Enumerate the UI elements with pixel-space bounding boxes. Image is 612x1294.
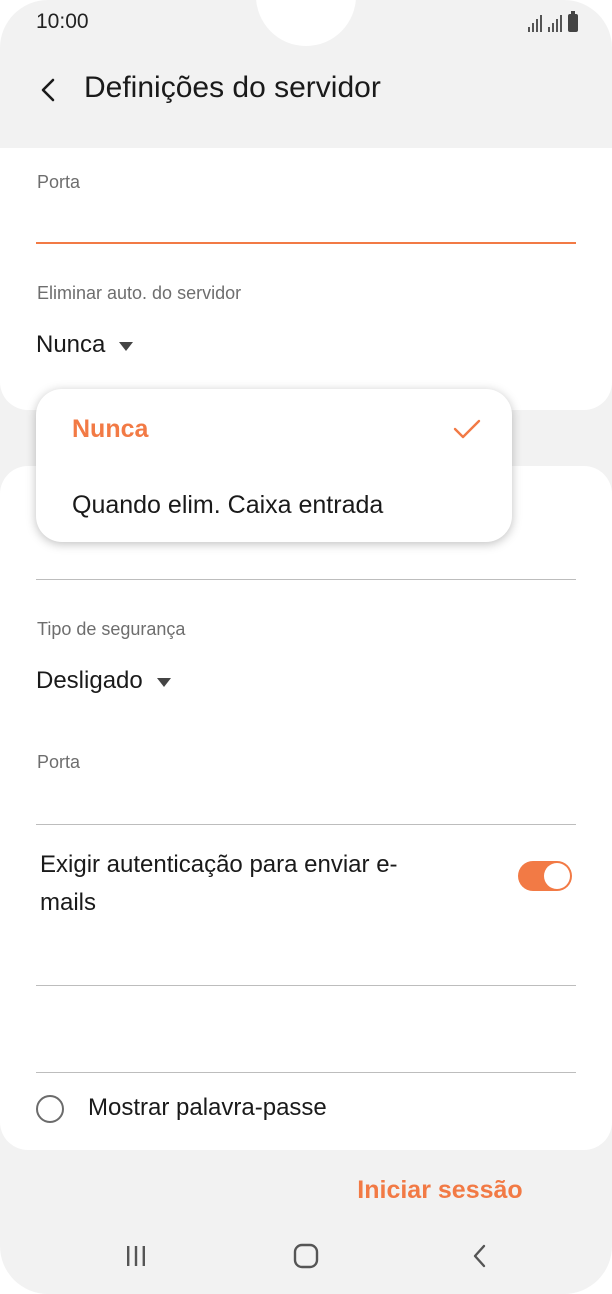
home-icon [293,1243,319,1269]
menu-option-label: Nunca [72,415,149,443]
username-input[interactable] [36,985,576,986]
navigation-bar [0,1220,612,1294]
require-auth-label: Exigir autenticação para enviar e-mails [40,851,398,916]
app-header: Definições do servidor [0,52,612,148]
menu-option-label: Quando elim. Caixa entrada [72,491,384,519]
status-icons [528,11,578,32]
outgoing-server-input[interactable] [36,579,576,580]
require-auth-toggle[interactable] [518,861,572,891]
incoming-settings-card: Porta Eliminar auto. do servidor Nunca [0,148,612,410]
signal-icon-2 [548,14,562,32]
security-type-dropdown[interactable]: Desligado [36,667,171,695]
recent-apps-icon [127,1246,145,1266]
camera-notch [256,0,356,46]
security-type-value: Desligado [36,667,143,694]
signal-icon [528,14,542,32]
menu-option-when-deleted[interactable]: Quando elim. Caixa entrada [36,467,512,542]
back-button[interactable] [26,68,70,112]
delete-from-server-value: Nunca [36,331,106,358]
outgoing-port-label: Porta [37,752,81,772]
incoming-port-input[interactable] [36,242,576,244]
show-password-checkbox[interactable] [36,1095,64,1123]
delete-from-server-dropdown[interactable]: Nunca [36,331,134,359]
page-title: Definições do servidor [84,71,381,104]
status-bar: 10:00 [0,0,612,50]
check-icon [453,419,481,439]
chevron-left-icon [41,78,55,102]
security-type-label: Tipo de segurança [37,619,186,639]
menu-option-never[interactable]: Nunca [36,391,512,467]
toggle-knob [544,863,570,889]
show-password-label: Mostrar palavra-passe [88,1094,327,1121]
delete-option-menu: Nunca Quando elim. Caixa entrada [36,389,512,542]
delete-from-server-label: Eliminar auto. do servidor [37,283,242,303]
nav-back-button[interactable] [450,1234,510,1278]
recent-apps-button[interactable] [106,1234,166,1278]
caret-down-icon [119,341,134,351]
password-input[interactable] [36,1072,576,1073]
back-icon [473,1244,486,1268]
incoming-port-label: Porta [37,172,81,192]
caret-down-icon [156,677,171,687]
login-button[interactable]: Iniciar sessão [340,1168,540,1212]
outgoing-port-input[interactable] [36,824,576,825]
battery-icon [568,11,578,32]
phone-screen: 10:00 Definições do servidor Porta Elimi… [0,0,612,1294]
status-time: 10:00 [36,10,89,33]
outgoing-settings-card: Tipo de segurança Desligado Porta Exigir… [0,466,612,1150]
home-button[interactable] [276,1234,336,1278]
